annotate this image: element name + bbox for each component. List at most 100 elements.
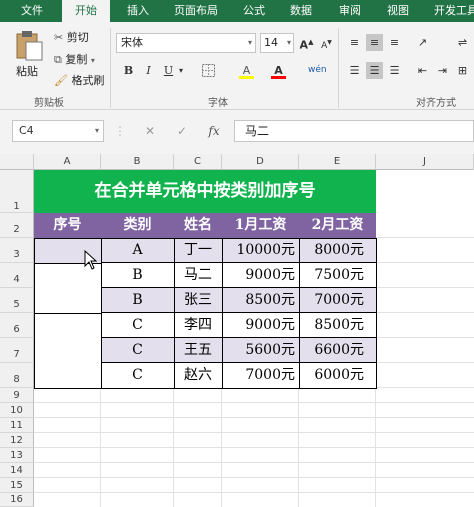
name-cell[interactable]: 王五: [174, 338, 222, 363]
row-header[interactable]: 7: [0, 338, 34, 363]
column-header-b[interactable]: B: [101, 154, 174, 170]
row-header[interactable]: 16: [0, 493, 34, 507]
shrink-font-button[interactable]: A▼: [318, 34, 335, 51]
row-header[interactable]: 12: [0, 433, 34, 448]
serial-merged-cell-c[interactable]: [34, 313, 101, 388]
align-middle-button[interactable]: ≡: [366, 34, 383, 51]
font-color-button[interactable]: A: [270, 62, 287, 79]
underline-button[interactable]: U: [160, 62, 177, 79]
row-header[interactable]: 3: [0, 238, 34, 263]
bold-button[interactable]: B: [120, 62, 137, 79]
row-header[interactable]: 8: [0, 363, 34, 388]
enter-icon[interactable]: ✓: [172, 120, 192, 142]
name-cell[interactable]: 赵六: [174, 363, 222, 388]
category-cell[interactable]: B: [101, 288, 174, 313]
feb-salary-cell[interactable]: 6600元: [299, 338, 376, 363]
header-cell-jan-salary[interactable]: 1月工资: [222, 213, 299, 238]
jan-salary-cell[interactable]: 9000元: [222, 313, 299, 338]
tab-page-layout[interactable]: 页面布局: [164, 0, 228, 22]
gridline: [221, 388, 222, 507]
jan-salary-cell[interactable]: 8500元: [222, 288, 299, 313]
align-bottom-button[interactable]: ≡: [386, 34, 403, 51]
font-size-select[interactable]: 14 ▾: [260, 33, 294, 53]
tab-insert[interactable]: 插入: [118, 0, 158, 22]
category-cell[interactable]: B: [101, 263, 174, 288]
row-header[interactable]: 1: [0, 170, 34, 213]
tab-review[interactable]: 审阅: [332, 0, 368, 22]
chevron-down-icon[interactable]: ▾: [176, 62, 186, 79]
column-header-c[interactable]: C: [174, 154, 222, 170]
row-header[interactable]: 2: [0, 213, 34, 238]
formula-input[interactable]: 马二: [234, 120, 474, 142]
align-right-button[interactable]: ☰: [386, 62, 403, 79]
tab-data[interactable]: 数据: [283, 0, 319, 22]
orientation-button[interactable]: ↗: [414, 34, 431, 51]
copy-button[interactable]: ⧉ 复制 ▾: [54, 51, 95, 67]
category-cell[interactable]: C: [101, 313, 174, 338]
name-cell[interactable]: 丁一: [174, 238, 222, 263]
decrease-indent-button[interactable]: ⇤: [414, 62, 431, 79]
column-header-a[interactable]: A: [34, 154, 101, 170]
select-all-corner[interactable]: [0, 154, 34, 170]
insert-function-icon[interactable]: fx: [204, 120, 224, 142]
tab-file[interactable]: 文件: [12, 0, 52, 22]
paste-button[interactable]: 粘贴: [10, 28, 48, 82]
row-header[interactable]: 15: [0, 478, 34, 493]
jan-salary-cell[interactable]: 7000元: [222, 363, 299, 388]
row-header[interactable]: 11: [0, 418, 34, 433]
category-cell[interactable]: A: [101, 238, 174, 263]
row-header[interactable]: 13: [0, 448, 34, 463]
feb-salary-cell[interactable]: 8500元: [299, 313, 376, 338]
align-left-button[interactable]: ☰: [346, 62, 363, 79]
category-cell[interactable]: C: [101, 363, 174, 388]
feb-salary-cell[interactable]: 7500元: [299, 263, 376, 288]
tab-formulas[interactable]: 公式: [236, 0, 272, 22]
merge-center-button[interactable]: ⊞: [454, 62, 471, 79]
cancel-icon[interactable]: ✕: [140, 120, 160, 142]
tab-view[interactable]: 视图: [380, 0, 416, 22]
header-cell-serial[interactable]: 序号: [34, 213, 101, 238]
font-name-value: 宋体: [121, 36, 143, 49]
name-cell[interactable]: 马二: [174, 263, 222, 288]
jan-salary-cell[interactable]: 9000元: [222, 263, 299, 288]
tab-home[interactable]: 开始: [62, 0, 110, 22]
row-header[interactable]: 5: [0, 288, 34, 313]
align-top-button[interactable]: ≡: [346, 34, 363, 51]
borders-button[interactable]: [200, 62, 217, 79]
column-header-e[interactable]: E: [299, 154, 376, 170]
serial-merged-cell-b[interactable]: [34, 263, 101, 313]
feb-salary-cell[interactable]: 8000元: [299, 238, 376, 263]
cut-button[interactable]: ✂ 剪切: [54, 29, 89, 45]
font-name-select[interactable]: 宋体 ▾: [116, 33, 256, 53]
title-merged-cell[interactable]: 在合并单元格中按类别加序号: [34, 170, 376, 213]
gridline: [298, 388, 299, 507]
align-center-button[interactable]: ☰: [366, 62, 383, 79]
header-cell-feb-salary[interactable]: 2月工资: [299, 213, 376, 238]
fill-color-button[interactable]: A: [238, 62, 255, 79]
column-header-j[interactable]: J: [376, 154, 474, 170]
name-cell[interactable]: 张三: [174, 288, 222, 313]
jan-salary-cell[interactable]: 10000元: [222, 238, 299, 263]
format-painter-button[interactable]: 🖌 格式刷: [54, 72, 104, 88]
category-cell[interactable]: C: [101, 338, 174, 363]
row-header[interactable]: 9: [0, 388, 34, 403]
row-header[interactable]: 14: [0, 463, 34, 478]
italic-button[interactable]: I: [140, 62, 157, 79]
chevron-down-icon: ▾: [247, 38, 252, 47]
tab-developer[interactable]: 开发工具: [426, 0, 474, 22]
name-cell[interactable]: 李四: [174, 313, 222, 338]
name-box[interactable]: C4 ▾: [12, 120, 104, 142]
phonetic-button[interactable]: wén: [308, 62, 327, 79]
increase-indent-button[interactable]: ⇥: [434, 62, 451, 79]
row-header[interactable]: 6: [0, 313, 34, 338]
feb-salary-cell[interactable]: 7000元: [299, 288, 376, 313]
jan-salary-cell[interactable]: 5600元: [222, 338, 299, 363]
wrap-text-button[interactable]: ⇌: [454, 34, 471, 51]
row-header[interactable]: 4: [0, 263, 34, 288]
header-cell-name[interactable]: 姓名: [174, 213, 222, 238]
row-header[interactable]: 10: [0, 403, 34, 418]
column-header-d[interactable]: D: [222, 154, 299, 170]
grow-font-button[interactable]: A▲: [298, 34, 315, 52]
feb-salary-cell[interactable]: 6000元: [299, 363, 376, 388]
header-cell-category[interactable]: 类别: [101, 213, 174, 238]
